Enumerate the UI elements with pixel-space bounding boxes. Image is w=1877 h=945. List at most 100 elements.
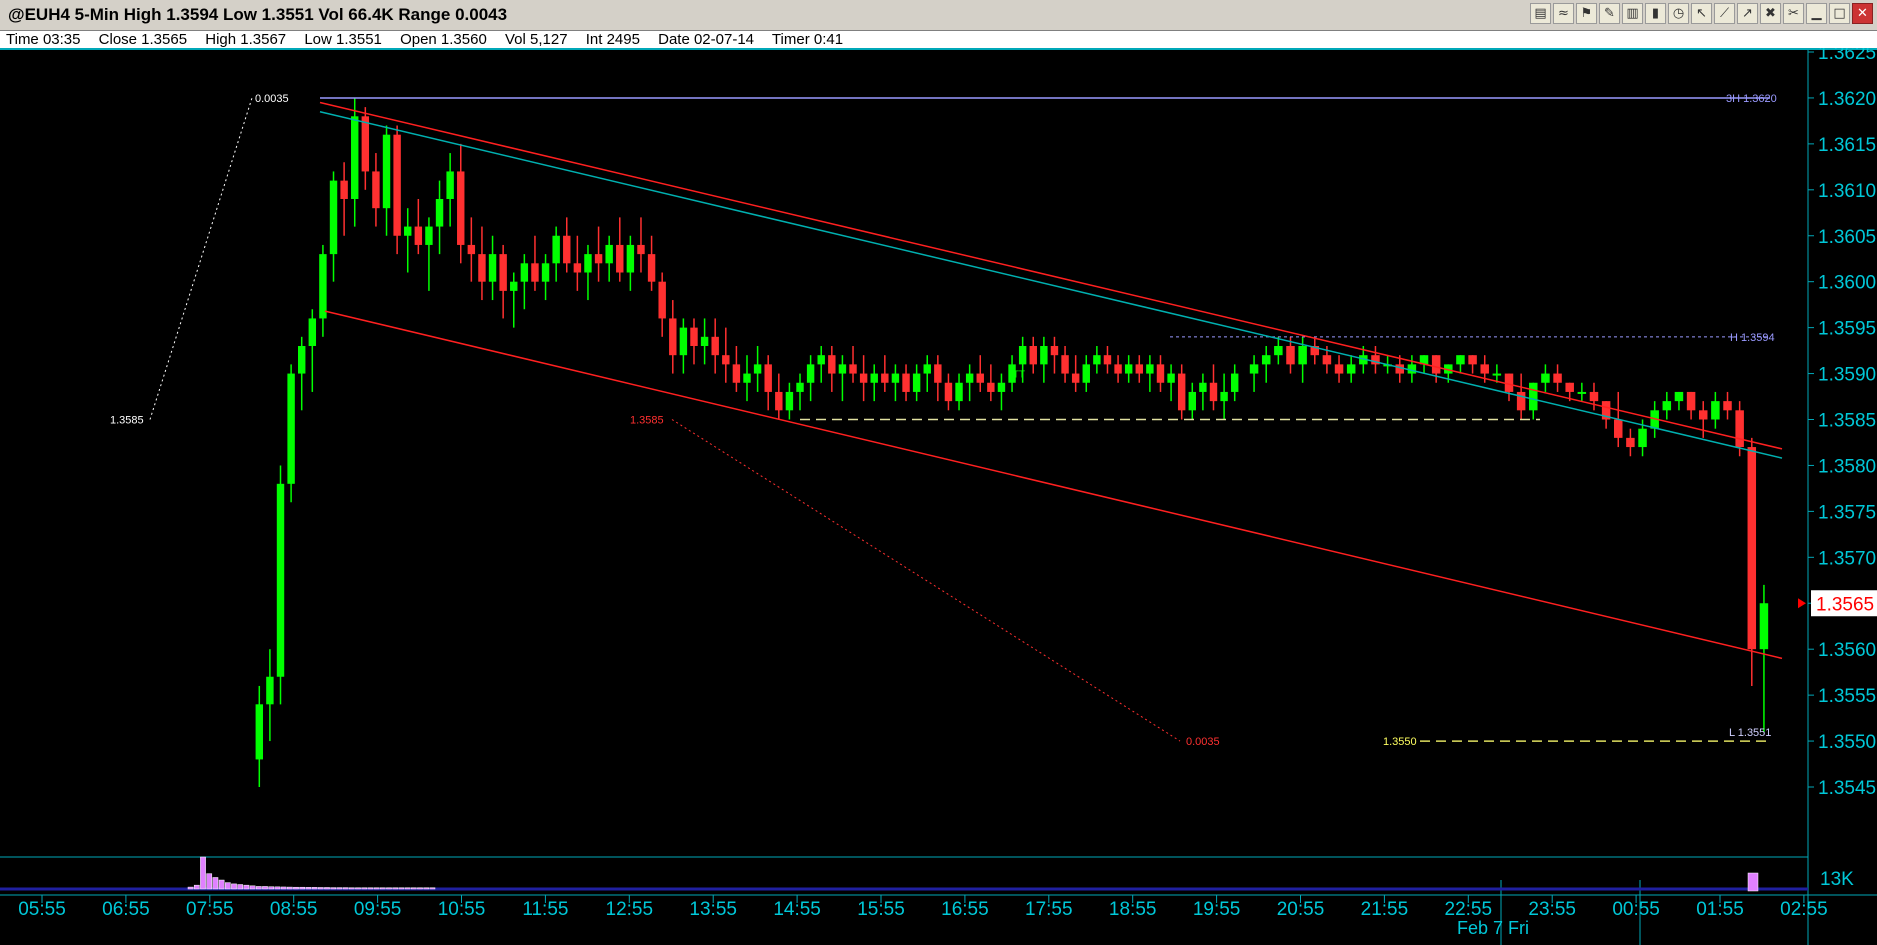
volume-bar xyxy=(243,884,250,890)
candle-body xyxy=(1638,428,1647,448)
volume-bar xyxy=(305,887,312,890)
status-close: Close 1.3565 xyxy=(98,31,188,48)
candle-body xyxy=(457,171,465,245)
studies-icon[interactable]: ⚑ xyxy=(1576,3,1597,24)
candle-body xyxy=(1146,364,1154,374)
candle-body xyxy=(722,355,730,365)
price-tick-label: 1.3585 xyxy=(1818,411,1876,432)
minimize-icon[interactable]: ▁ xyxy=(1806,3,1827,24)
volume-bar xyxy=(200,856,206,890)
candle-body xyxy=(647,254,656,282)
candle-body xyxy=(435,199,444,227)
volume-bar xyxy=(417,887,423,890)
status-high: High 1.3567 xyxy=(205,31,287,48)
volume-bar xyxy=(286,886,293,890)
candle-body xyxy=(552,235,560,264)
candle-body xyxy=(944,382,953,402)
candle-body xyxy=(1298,346,1307,365)
candle-body xyxy=(753,364,762,374)
candle-body xyxy=(573,263,582,273)
candle-body xyxy=(1220,391,1228,402)
volume-bar xyxy=(404,887,411,890)
candle-body xyxy=(1577,391,1587,394)
candle-body xyxy=(955,382,963,402)
volume-bar xyxy=(231,883,237,890)
volume-bar xyxy=(1747,872,1759,892)
volume-bar xyxy=(206,873,213,890)
candle-body xyxy=(329,180,338,255)
volume-bar xyxy=(386,887,392,890)
candle-body xyxy=(870,373,878,383)
candle-body xyxy=(1698,410,1708,420)
volume-bar xyxy=(330,887,337,890)
bar-chart-icon[interactable]: ▥ xyxy=(1622,3,1643,24)
candle-body xyxy=(1747,447,1757,650)
candle-body xyxy=(1082,364,1090,383)
candle-body xyxy=(605,244,613,264)
candle-body xyxy=(838,364,847,374)
close-icon[interactable]: ✕ xyxy=(1852,3,1873,24)
candle-body xyxy=(1114,364,1122,374)
drawing-tool-icon[interactable]: ✎ xyxy=(1599,3,1620,24)
range-label-right: 0.0035 xyxy=(1186,736,1220,748)
candle-body xyxy=(1103,355,1112,365)
candle-body xyxy=(1322,355,1332,365)
candle-body xyxy=(923,364,931,374)
candle-body xyxy=(1124,364,1133,374)
candle-body xyxy=(276,483,285,677)
candle-body xyxy=(1456,355,1465,365)
last-price-label: 1.3565 xyxy=(1816,594,1874,615)
chart-properties-icon[interactable]: ▤ xyxy=(1530,3,1551,24)
cut-icon[interactable]: ✂ xyxy=(1783,3,1804,24)
price-tick-label: 1.3605 xyxy=(1818,227,1876,248)
candle-body xyxy=(626,244,635,273)
volume-bar xyxy=(367,887,374,890)
price-tick-label: 1.3550 xyxy=(1818,732,1876,753)
candle-body xyxy=(1050,346,1059,356)
indicators-icon[interactable]: ≈ xyxy=(1553,3,1574,24)
volume-bar xyxy=(429,887,436,890)
volume-bar xyxy=(324,887,330,890)
candle-body xyxy=(499,254,507,291)
clock-icon[interactable]: ◷ xyxy=(1668,3,1689,24)
candle-body xyxy=(934,364,942,383)
candle-body xyxy=(255,704,264,760)
range-label-left: 0.0035 xyxy=(255,93,289,105)
candle-body xyxy=(478,254,486,282)
candle-body xyxy=(541,263,550,282)
volume-bar xyxy=(392,887,399,890)
candle-body xyxy=(340,180,348,199)
price-chart[interactable]: 1.3625 1.3620 1.3615 1.3610 1.3605 1.3600 1.35… xyxy=(0,48,1877,945)
candle-body xyxy=(881,373,889,383)
arrow-icon[interactable]: ↗ xyxy=(1737,3,1758,24)
base-label-left: 1.3585 xyxy=(110,415,144,427)
candle-body xyxy=(594,254,603,264)
candle-body xyxy=(976,373,984,383)
volume-axis-label: 13K xyxy=(1820,869,1854,890)
candle-body xyxy=(775,391,783,411)
delete-icon[interactable]: ✖ xyxy=(1760,3,1781,24)
candle-body xyxy=(859,373,868,383)
volume-bar xyxy=(212,877,219,890)
candle-body xyxy=(1261,355,1271,365)
candle-icon[interactable]: ▮ xyxy=(1645,3,1666,24)
price-tick-label: 1.3575 xyxy=(1818,502,1876,523)
price-tick-label: 1.3620 xyxy=(1818,89,1876,110)
candle-body xyxy=(987,382,995,392)
volume-bar xyxy=(355,887,361,890)
candle-body xyxy=(1492,373,1502,376)
candle-body xyxy=(467,244,476,255)
volume-bar xyxy=(317,887,324,890)
candle-body xyxy=(1286,346,1295,365)
volume-bar xyxy=(249,885,256,890)
candle-body xyxy=(1735,410,1744,448)
candle-body xyxy=(584,254,592,273)
candle-body xyxy=(891,373,900,383)
date-label: Feb 7 Fri xyxy=(1457,918,1529,938)
chart-top-border xyxy=(0,48,1877,50)
trendline-icon[interactable]: ⟋ xyxy=(1714,3,1735,24)
cursor-icon[interactable]: ↖ xyxy=(1691,3,1712,24)
candle-body xyxy=(1541,373,1550,383)
price-tick-label: 1.3555 xyxy=(1818,686,1876,707)
maximize-icon[interactable]: □ xyxy=(1829,3,1850,24)
